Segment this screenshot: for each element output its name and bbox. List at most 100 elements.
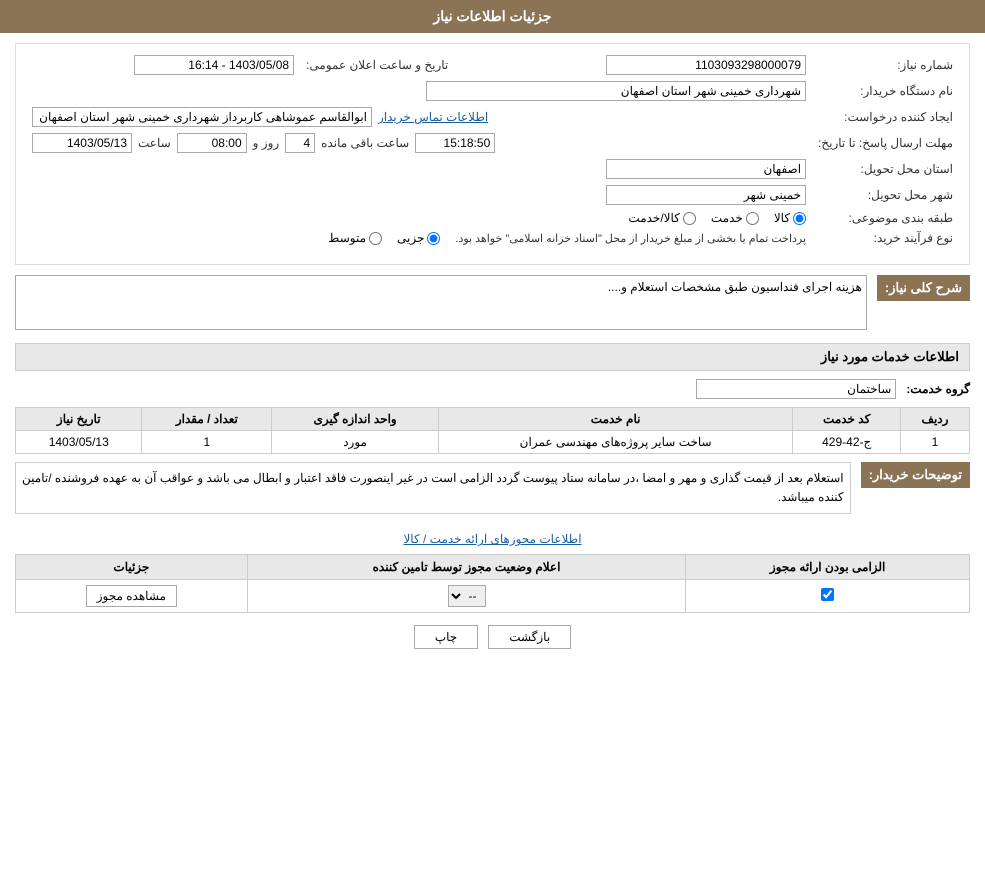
buyer-notes-label: توضیحات خریدار:	[861, 462, 970, 488]
category-kala-radio[interactable]	[793, 212, 806, 225]
purchase-jozi-text: جزیی	[397, 231, 424, 245]
perm-status-cell: --	[247, 580, 686, 613]
permissions-table-head: الزامی بودن ارائه مجوز اعلام وضعیت مجوز …	[16, 555, 970, 580]
purchase-jozi-radio[interactable]	[427, 232, 440, 245]
contact-link[interactable]: اطلاعات تماس خریدار	[378, 110, 488, 124]
deadline-time-input[interactable]	[177, 133, 247, 153]
category-kala-khedmat-text: کالا/خدمت	[628, 211, 679, 225]
purchase-motavas-text: متوسط	[328, 231, 366, 245]
deadline-label: مهلت ارسال پاسخ: تا تاریخ:	[812, 130, 959, 156]
purchase-type-cell: پرداخت تمام یا بخشی از مبلغ خریدار از مح…	[26, 228, 812, 248]
service-group-label: گروه خدمت:	[906, 382, 970, 396]
page-title: جزئیات اطلاعات نیاز	[433, 8, 551, 24]
table-row: نام دستگاه خریدار:	[26, 78, 959, 104]
category-kala-khedmat-radio[interactable]	[683, 212, 696, 225]
buyer-notes-content: استعلام بعد از قیمت گذاری و مهر و امضا ،…	[15, 462, 851, 514]
purchase-motavas-radio[interactable]	[369, 232, 382, 245]
perm-status-select[interactable]: --	[448, 585, 486, 607]
view-permission-button[interactable]: مشاهده مجوز	[86, 585, 177, 607]
category-khedmat-radio[interactable]	[746, 212, 759, 225]
service-group-row: گروه خدمت:	[15, 379, 970, 399]
need-description-cell: هزینه اجرای فنداسیون طبق مشخصات استعلام …	[15, 275, 867, 333]
page-header: جزئیات اطلاعات نیاز	[0, 0, 985, 33]
col-unit: واحد اندازه گیری	[272, 408, 439, 431]
permissions-table-body: -- مشاهده مجوز	[16, 580, 970, 613]
deadline-date-input[interactable]	[32, 133, 132, 153]
table-row: شهر محل تحویل:	[26, 182, 959, 208]
perm-col2: اعلام وضعیت مجوز توسط تامین کننده	[247, 555, 686, 580]
col-service-name: نام خدمت	[438, 408, 793, 431]
purchase-jozi-label[interactable]: جزیی	[397, 231, 440, 245]
buyer-notes-text: استعلام بعد از قیمت گذاری و مهر و امضا ،…	[22, 471, 844, 504]
table-row: ردیف کد خدمت نام خدمت واحد اندازه گیری ت…	[16, 408, 970, 431]
main-info-section: شماره نیاز: تاریخ و ساعت اعلان عمومی: نا…	[15, 43, 970, 265]
table-row: -- مشاهده مجوز	[16, 580, 970, 613]
deadline-days-input[interactable]	[285, 133, 315, 153]
col-quantity: تعداد / مقدار	[142, 408, 272, 431]
creator-cell: اطلاعات تماس خریدار	[26, 104, 812, 130]
table-row: طبقه بندی موضوعی: کالا خدمت کالا/خدمت	[26, 208, 959, 228]
table-row: نوع فرآیند خرید: پرداخت تمام یا بخشی از …	[26, 228, 959, 248]
province-label: استان محل تحویل:	[812, 156, 959, 182]
services-header: اطلاعات خدمات مورد نیاز	[15, 343, 970, 371]
cell-need-date: 1403/05/13	[16, 431, 142, 454]
category-khedmat-label[interactable]: خدمت	[711, 211, 759, 225]
service-group-input[interactable]	[696, 379, 896, 399]
table-row: استان محل تحویل:	[26, 156, 959, 182]
city-cell	[26, 182, 812, 208]
perm-col3: جزئیات	[16, 555, 248, 580]
cell-service-name: ساخت سایر پروژه‌های مهندسی عمران	[438, 431, 793, 454]
buyer-name-cell	[26, 78, 812, 104]
need-number-cell	[474, 52, 812, 78]
purchase-motavas-label[interactable]: متوسط	[328, 231, 382, 245]
perm-details-cell: مشاهده مجوز	[16, 580, 248, 613]
need-description-textarea[interactable]: هزینه اجرای فنداسیون طبق مشخصات استعلام …	[15, 275, 867, 330]
need-number-label: شماره نیاز:	[812, 52, 959, 78]
city-label: شهر محل تحویل:	[812, 182, 959, 208]
services-table-head: ردیف کد خدمت نام خدمت واحد اندازه گیری ت…	[16, 408, 970, 431]
date-input[interactable]	[134, 55, 294, 75]
buyer-name-label: نام دستگاه خریدار:	[812, 78, 959, 104]
perm-required-checkbox[interactable]	[821, 588, 834, 601]
category-khedmat-text: خدمت	[711, 211, 743, 225]
back-button[interactable]: بازگشت	[488, 625, 571, 649]
permissions-table: الزامی بودن ارائه مجوز اعلام وضعیت مجوز …	[15, 554, 970, 613]
table-row: ایجاد کننده درخواست: اطلاعات تماس خریدار	[26, 104, 959, 130]
services-table: ردیف کد خدمت نام خدمت واحد اندازه گیری ت…	[15, 407, 970, 454]
table-row: مهلت ارسال پاسخ: تا تاریخ: ساعت باقی مان…	[26, 130, 959, 156]
perm-required-cell	[686, 580, 970, 613]
date-label: تاریخ و ساعت اعلان عمومی:	[300, 52, 454, 78]
services-table-body: 1 ج-42-429 ساخت سایر پروژه‌های مهندسی عم…	[16, 431, 970, 454]
page-wrapper: جزئیات اطلاعات نیاز شماره نیاز: تاریخ و …	[0, 0, 985, 875]
perm-col1: الزامی بودن ارائه مجوز	[686, 555, 970, 580]
city-input[interactable]	[606, 185, 806, 205]
cell-row-num: 1	[900, 431, 969, 454]
table-row: الزامی بودن ارائه مجوز اعلام وضعیت مجوز …	[16, 555, 970, 580]
cell-quantity: 1	[142, 431, 272, 454]
action-buttons: بازگشت چاپ	[15, 625, 970, 649]
permissions-link[interactable]: اطلاعات مجوزهای ارائه خدمت / کالا	[15, 532, 970, 546]
buyer-name-input[interactable]	[426, 81, 806, 101]
info-table: شماره نیاز: تاریخ و ساعت اعلان عمومی: نا…	[26, 52, 959, 248]
category-cell: کالا خدمت کالا/خدمت	[26, 208, 812, 228]
province-cell	[26, 156, 812, 182]
creator-input[interactable]	[32, 107, 372, 127]
deadline-remaining-label: ساعت باقی مانده	[321, 136, 409, 150]
deadline-days-label: روز و	[253, 136, 280, 150]
buyer-notes-row: توضیحات خریدار: استعلام بعد از قیمت گذار…	[15, 462, 970, 522]
province-input[interactable]	[606, 159, 806, 179]
col-service-code: کد خدمت	[793, 408, 901, 431]
date-cell	[26, 52, 300, 78]
need-number-input[interactable]	[606, 55, 806, 75]
category-label: طبقه بندی موضوعی:	[812, 208, 959, 228]
category-kala-khedmat-label[interactable]: کالا/خدمت	[628, 211, 695, 225]
deadline-remaining-input[interactable]	[415, 133, 495, 153]
need-description-row: شرح کلی نیاز: هزینه اجرای فنداسیون طبق م…	[15, 275, 970, 333]
purchase-type-note: پرداخت تمام یا بخشی از مبلغ خریدار از مح…	[455, 232, 806, 245]
deadline-time-label: ساعت	[138, 136, 171, 150]
cell-unit: مورد	[272, 431, 439, 454]
print-button[interactable]: چاپ	[414, 625, 478, 649]
cell-service-code: ج-42-429	[793, 431, 901, 454]
category-kala-label[interactable]: کالا	[774, 211, 806, 225]
col-need-date: تاریخ نیاز	[16, 408, 142, 431]
